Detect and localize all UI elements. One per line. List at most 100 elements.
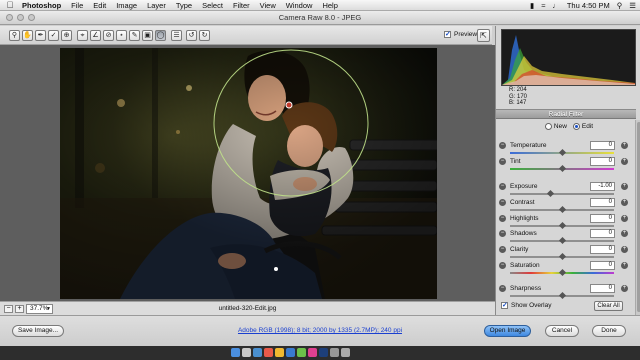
sharpness-slider-handle[interactable] bbox=[558, 291, 567, 300]
minimize-window-button[interactable] bbox=[17, 14, 24, 21]
shadows-slider-handle[interactable] bbox=[558, 236, 567, 245]
preferences-icon[interactable]: ☰ bbox=[171, 30, 182, 41]
finder-icon[interactable] bbox=[231, 348, 240, 357]
volume-icon[interactable]: ♩ bbox=[552, 0, 560, 11]
menubar-clock[interactable]: Thu 4:50 PM bbox=[567, 0, 610, 11]
zoom-window-button[interactable] bbox=[28, 14, 35, 21]
rotate-right-icon[interactable]: ↻ bbox=[199, 30, 210, 41]
radial-filter-icon[interactable]: ◯ bbox=[155, 30, 166, 41]
messages-icon[interactable] bbox=[297, 348, 306, 357]
save-image-button[interactable]: Save Image... bbox=[12, 325, 64, 337]
mode-edit-radio[interactable] bbox=[572, 123, 580, 130]
itunes-icon[interactable] bbox=[308, 348, 317, 357]
mode-new-label[interactable]: New bbox=[554, 122, 567, 131]
show-overlay-toggle[interactable]: ✓ Show Overlay bbox=[501, 302, 551, 309]
menu-filter[interactable]: Filter bbox=[233, 0, 250, 11]
menu-type[interactable]: Type bbox=[176, 0, 192, 11]
menu-file[interactable]: File bbox=[71, 0, 83, 11]
contrast-value-field[interactable]: 0 bbox=[590, 198, 615, 207]
exposure-slider-handle[interactable] bbox=[546, 189, 554, 198]
exposure-value-field[interactable]: -1.00 bbox=[590, 182, 615, 191]
adjustment-brush-icon[interactable]: ✎ bbox=[129, 30, 140, 41]
menu-help[interactable]: Help bbox=[322, 0, 337, 11]
white-balance-tool-icon[interactable]: ✒ bbox=[35, 30, 46, 41]
menu-edit[interactable]: Edit bbox=[93, 0, 106, 11]
launchpad-icon[interactable] bbox=[242, 348, 251, 357]
clarity-slider-handle[interactable] bbox=[558, 252, 567, 261]
panel-scrollbar[interactable] bbox=[635, 120, 640, 315]
photo-preview[interactable] bbox=[60, 48, 437, 299]
mode-edit-label[interactable]: Edit bbox=[582, 122, 593, 131]
increase-contrast-icon[interactable]: + bbox=[621, 199, 628, 206]
tint-value-field[interactable]: 0 bbox=[590, 157, 615, 166]
trash-icon[interactable] bbox=[341, 348, 350, 357]
tint-slider-handle[interactable] bbox=[558, 164, 567, 173]
open-image-button[interactable]: Open Image bbox=[484, 325, 531, 337]
menu-select[interactable]: Select bbox=[202, 0, 223, 11]
mail-icon[interactable] bbox=[286, 348, 295, 357]
close-window-button[interactable] bbox=[6, 14, 13, 21]
apple-icon[interactable]:  bbox=[6, 0, 14, 10]
preview-toggle[interactable]: ✓ Preview bbox=[444, 31, 477, 38]
photoshop-dock-icon[interactable] bbox=[319, 348, 328, 357]
rotate-left-icon[interactable]: ↺ bbox=[186, 30, 197, 41]
menu-layer[interactable]: Layer bbox=[147, 0, 166, 11]
increase-exposure-icon[interactable]: + bbox=[621, 183, 628, 190]
safari-icon[interactable] bbox=[253, 348, 262, 357]
image-canvas[interactable] bbox=[0, 45, 495, 301]
zoom-tool-icon[interactable]: ⚲ bbox=[9, 30, 20, 41]
increase-saturation-icon[interactable]: + bbox=[621, 262, 628, 269]
menu-app-photoshop[interactable]: Photoshop bbox=[22, 0, 61, 11]
preview-checkbox[interactable]: ✓ bbox=[444, 31, 451, 38]
calendar-icon[interactable] bbox=[264, 348, 273, 357]
red-eye-tool-icon[interactable]: ⋆ bbox=[116, 30, 127, 41]
increase-temperature-icon[interactable]: + bbox=[621, 142, 628, 149]
increase-shadows-icon[interactable]: + bbox=[621, 230, 628, 237]
temperature-value-field[interactable]: 0 bbox=[590, 141, 615, 150]
decrease-clarity-icon[interactable]: − bbox=[499, 246, 506, 253]
wifi-icon[interactable]: ≈ bbox=[541, 0, 545, 11]
highlights-slider-handle[interactable] bbox=[558, 221, 567, 230]
battery-icon[interactable]: ▮ bbox=[530, 0, 534, 11]
increase-tint-icon[interactable]: + bbox=[621, 158, 628, 165]
contrast-slider-handle[interactable] bbox=[558, 205, 567, 214]
menu-window[interactable]: Window bbox=[286, 0, 313, 11]
show-overlay-checkbox[interactable]: ✓ bbox=[501, 302, 508, 309]
cancel-button[interactable]: Cancel bbox=[545, 325, 579, 337]
increase-highlights-icon[interactable]: + bbox=[621, 215, 628, 222]
shadows-value-field[interactable]: 0 bbox=[590, 229, 615, 238]
crop-tool-icon[interactable]: ⌖ bbox=[77, 30, 88, 41]
menu-image[interactable]: Image bbox=[116, 0, 137, 11]
spot-removal-tool-icon[interactable]: ⊘ bbox=[103, 30, 114, 41]
increase-sharpness-icon[interactable]: + bbox=[621, 285, 628, 292]
increase-clarity-icon[interactable]: + bbox=[621, 246, 628, 253]
graduated-filter-icon[interactable]: ▣ bbox=[142, 30, 153, 41]
system-preferences-icon[interactable] bbox=[330, 348, 339, 357]
hand-tool-icon[interactable]: ✋ bbox=[22, 30, 33, 41]
notes-icon[interactable] bbox=[275, 348, 284, 357]
workflow-options-link[interactable]: Adobe RGB (1998); 8 bit; 2000 by 1335 (2… bbox=[200, 326, 440, 336]
decrease-saturation-icon[interactable]: − bbox=[499, 262, 506, 269]
temperature-slider-handle[interactable] bbox=[558, 148, 567, 157]
color-sampler-tool-icon[interactable]: ✓ bbox=[48, 30, 59, 41]
decrease-sharpness-icon[interactable]: − bbox=[499, 285, 506, 292]
decrease-tint-icon[interactable]: − bbox=[499, 158, 506, 165]
sharpness-value-field[interactable]: 0 bbox=[590, 284, 615, 293]
done-button[interactable]: Done bbox=[592, 325, 626, 337]
clear-all-button[interactable]: Clear All bbox=[594, 301, 623, 311]
notification-list-icon[interactable]: ☰ bbox=[629, 0, 636, 11]
highlights-value-field[interactable]: 0 bbox=[590, 214, 615, 223]
fullscreen-toggle-icon[interactable]: ⇱ bbox=[477, 29, 490, 42]
decrease-exposure-icon[interactable]: − bbox=[499, 183, 506, 190]
saturation-slider-handle[interactable] bbox=[558, 268, 567, 277]
straighten-tool-icon[interactable]: ∠ bbox=[90, 30, 101, 41]
saturation-value-field[interactable]: 0 bbox=[590, 261, 615, 270]
mode-new-radio[interactable] bbox=[544, 123, 552, 130]
decrease-shadows-icon[interactable]: − bbox=[499, 230, 506, 237]
decrease-highlights-icon[interactable]: − bbox=[499, 215, 506, 222]
clarity-value-field[interactable]: 0 bbox=[590, 245, 615, 254]
decrease-contrast-icon[interactable]: − bbox=[499, 199, 506, 206]
exposure-slider-track[interactable] bbox=[510, 193, 614, 195]
targeted-adjustment-tool-icon[interactable]: ⊕ bbox=[61, 30, 72, 41]
decrease-temperature-icon[interactable]: − bbox=[499, 142, 506, 149]
